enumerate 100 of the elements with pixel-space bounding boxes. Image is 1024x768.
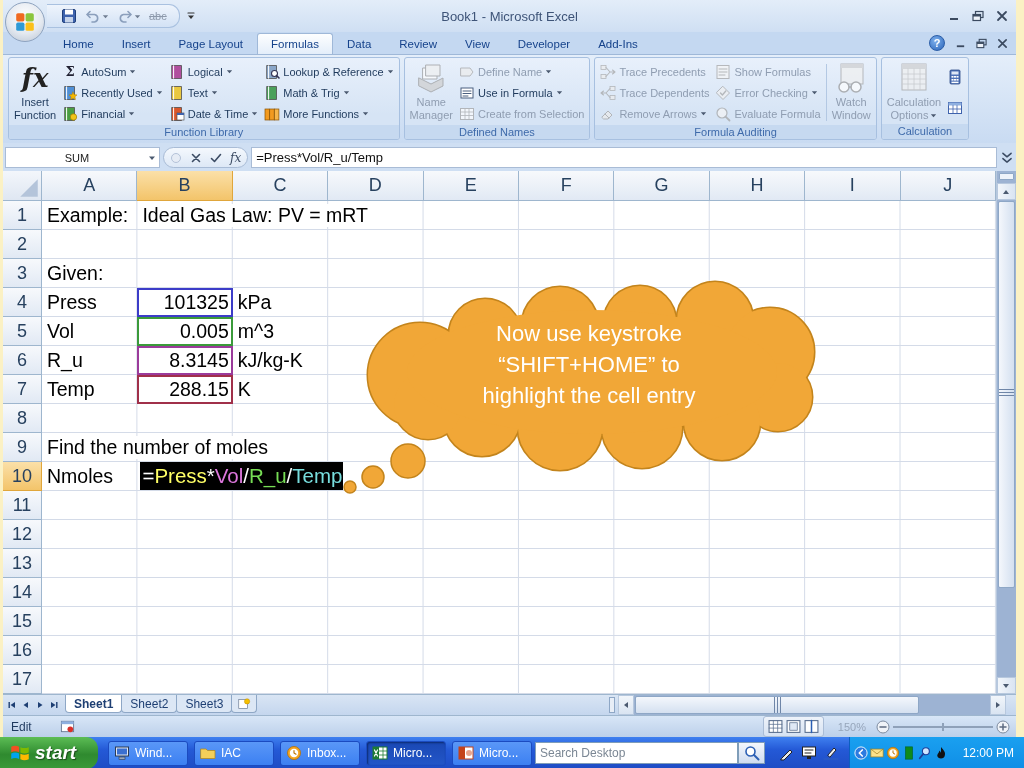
check-icon[interactable] <box>210 151 222 164</box>
first-arrow-icon[interactable] <box>7 700 17 710</box>
cancel-icon[interactable] <box>190 151 202 164</box>
row-header[interactable]: 6 <box>3 346 42 375</box>
row-header[interactable]: 3 <box>3 259 42 288</box>
formula-field[interactable]: =Press*Vol/R_u/Temp <box>251 147 997 168</box>
close-icon[interactable] <box>997 37 1008 49</box>
search-button[interactable] <box>738 742 765 764</box>
row-header[interactable]: 14 <box>3 578 42 607</box>
envelope-icon[interactable] <box>869 746 884 760</box>
row-header[interactable]: 2 <box>3 230 42 259</box>
double-chevron-icon[interactable] <box>1000 150 1014 165</box>
ribbon-tab[interactable]: Add-Ins <box>584 33 652 54</box>
insert-function-button[interactable]: fx <box>230 150 242 165</box>
ribbon-button[interactable]: Text <box>166 82 261 103</box>
row-header[interactable]: 8 <box>3 404 42 433</box>
row-header[interactable]: 13 <box>3 549 42 578</box>
close-icon[interactable] <box>996 10 1008 22</box>
column-header[interactable]: G <box>614 171 710 201</box>
quick-access-button[interactable] <box>59 6 79 26</box>
ribbon-button[interactable]: Math & Trig <box>262 82 396 103</box>
row-header[interactable]: 12 <box>3 520 42 549</box>
vertical-scrollbar[interactable] <box>995 171 1016 694</box>
column-header[interactable]: J <box>900 171 996 201</box>
group-label: Defined Names <box>404 125 590 139</box>
left-arrow-icon <box>622 701 630 709</box>
arrow-diagram-icon <box>600 84 617 101</box>
scrollbar-thumb[interactable] <box>635 696 919 714</box>
search-field[interactable]: Search Desktop <box>535 742 738 764</box>
clock-icon[interactable] <box>885 746 900 760</box>
row-header[interactable]: 5 <box>3 317 42 346</box>
scroll-left-button[interactable] <box>618 695 634 715</box>
ribbon-button[interactable]: fx Insert Function <box>12 60 59 125</box>
column-header[interactable]: H <box>709 171 806 201</box>
ribbon-tab[interactable]: Developer <box>503 33 585 54</box>
column-header[interactable]: A <box>42 171 138 201</box>
ribbon-tab[interactable]: Data <box>333 33 386 54</box>
ribbon-button[interactable]: Date & Time <box>166 103 261 124</box>
split-handle[interactable] <box>609 697 615 713</box>
ribbon-tab[interactable]: Page Layout <box>164 33 258 54</box>
page-layout-icon[interactable] <box>785 719 801 734</box>
zoom-in-icon[interactable] <box>996 719 1010 734</box>
row-header[interactable]: 16 <box>3 636 42 665</box>
record-macro-icon[interactable] <box>59 719 75 734</box>
ribbon-button[interactable]: Lookup & Reference <box>262 61 396 82</box>
scroll-right-button[interactable] <box>990 695 1006 715</box>
customize-caret-icon[interactable] <box>185 11 196 21</box>
ribbon-tab[interactable]: Review <box>385 33 451 54</box>
sheet-tab[interactable]: Sheet1 <box>65 695 123 713</box>
zoom-out-icon[interactable] <box>876 719 890 734</box>
restore-icon[interactable] <box>976 37 987 49</box>
cell-editor[interactable]: =Press*Vol/R_u/Temp <box>138 462 344 490</box>
ribbon-button[interactable]: Logical <box>166 61 261 82</box>
start-button[interactable]: start <box>0 737 98 768</box>
row-header[interactable]: 4 <box>3 288 42 317</box>
thought-bubble <box>390 443 426 479</box>
horizontal-scrollbar[interactable] <box>618 695 1006 715</box>
right-arrow-icon[interactable] <box>35 700 45 710</box>
chevron-left-icon[interactable] <box>853 746 868 760</box>
column-header[interactable]: I <box>805 171 901 201</box>
insert-sheet-tab[interactable] <box>231 695 258 713</box>
last-arrow-icon[interactable] <box>49 700 59 710</box>
scrollbar-thumb[interactable] <box>997 201 1015 588</box>
row-header[interactable]: 7 <box>3 375 42 404</box>
magnifier-icon[interactable] <box>917 746 932 760</box>
column-header[interactable]: F <box>518 171 615 201</box>
taskbar-button[interactable]: Micro... <box>366 740 446 766</box>
page-break-icon[interactable] <box>803 719 819 734</box>
column-header[interactable]: E <box>423 171 519 201</box>
split-handle[interactable] <box>998 173 1014 180</box>
ribbon-tab[interactable]: Formulas <box>257 33 333 54</box>
name-box[interactable]: SUM <box>5 147 160 168</box>
ribbon-button[interactable]: Recently Used <box>60 82 165 103</box>
column-header[interactable]: C <box>232 171 329 201</box>
ribbon-tab[interactable]: Insert <box>107 33 165 54</box>
left-arrow-icon[interactable] <box>21 700 31 710</box>
ribbon-button[interactable]: Use in Formula <box>457 82 587 103</box>
ribbon-tab[interactable]: Home <box>49 33 108 54</box>
row-header[interactable]: 15 <box>3 607 42 636</box>
restore-icon[interactable] <box>972 10 984 22</box>
pen-line-icon[interactable] <box>823 745 839 761</box>
sheet-tab[interactable]: Sheet3 <box>176 695 233 713</box>
magnifier-icon <box>715 105 732 122</box>
row-header[interactable]: 1 <box>3 201 42 230</box>
row-header[interactable]: 11 <box>3 491 42 520</box>
ribbon-button[interactable]: Σ AutoSum <box>60 61 165 82</box>
calculator-icon <box>947 68 964 85</box>
scroll-up-button[interactable] <box>996 183 1016 200</box>
scroll-down-button[interactable] <box>996 677 1016 694</box>
row-header[interactable]: 9 <box>3 433 42 462</box>
column-header[interactable]: B <box>137 171 233 201</box>
ribbon-button[interactable]: Financial <box>60 103 165 124</box>
sheet-tab[interactable]: Sheet2 <box>121 695 178 713</box>
row-header[interactable]: 10 <box>3 462 42 491</box>
normal-view-icon[interactable] <box>767 719 783 734</box>
column-header[interactable]: D <box>328 171 424 201</box>
ribbon-tab[interactable]: View <box>451 33 504 54</box>
monitor-icon[interactable] <box>801 745 817 761</box>
ribbon-button[interactable]: More Functions <box>262 103 396 124</box>
row-header[interactable]: 17 <box>3 665 42 694</box>
